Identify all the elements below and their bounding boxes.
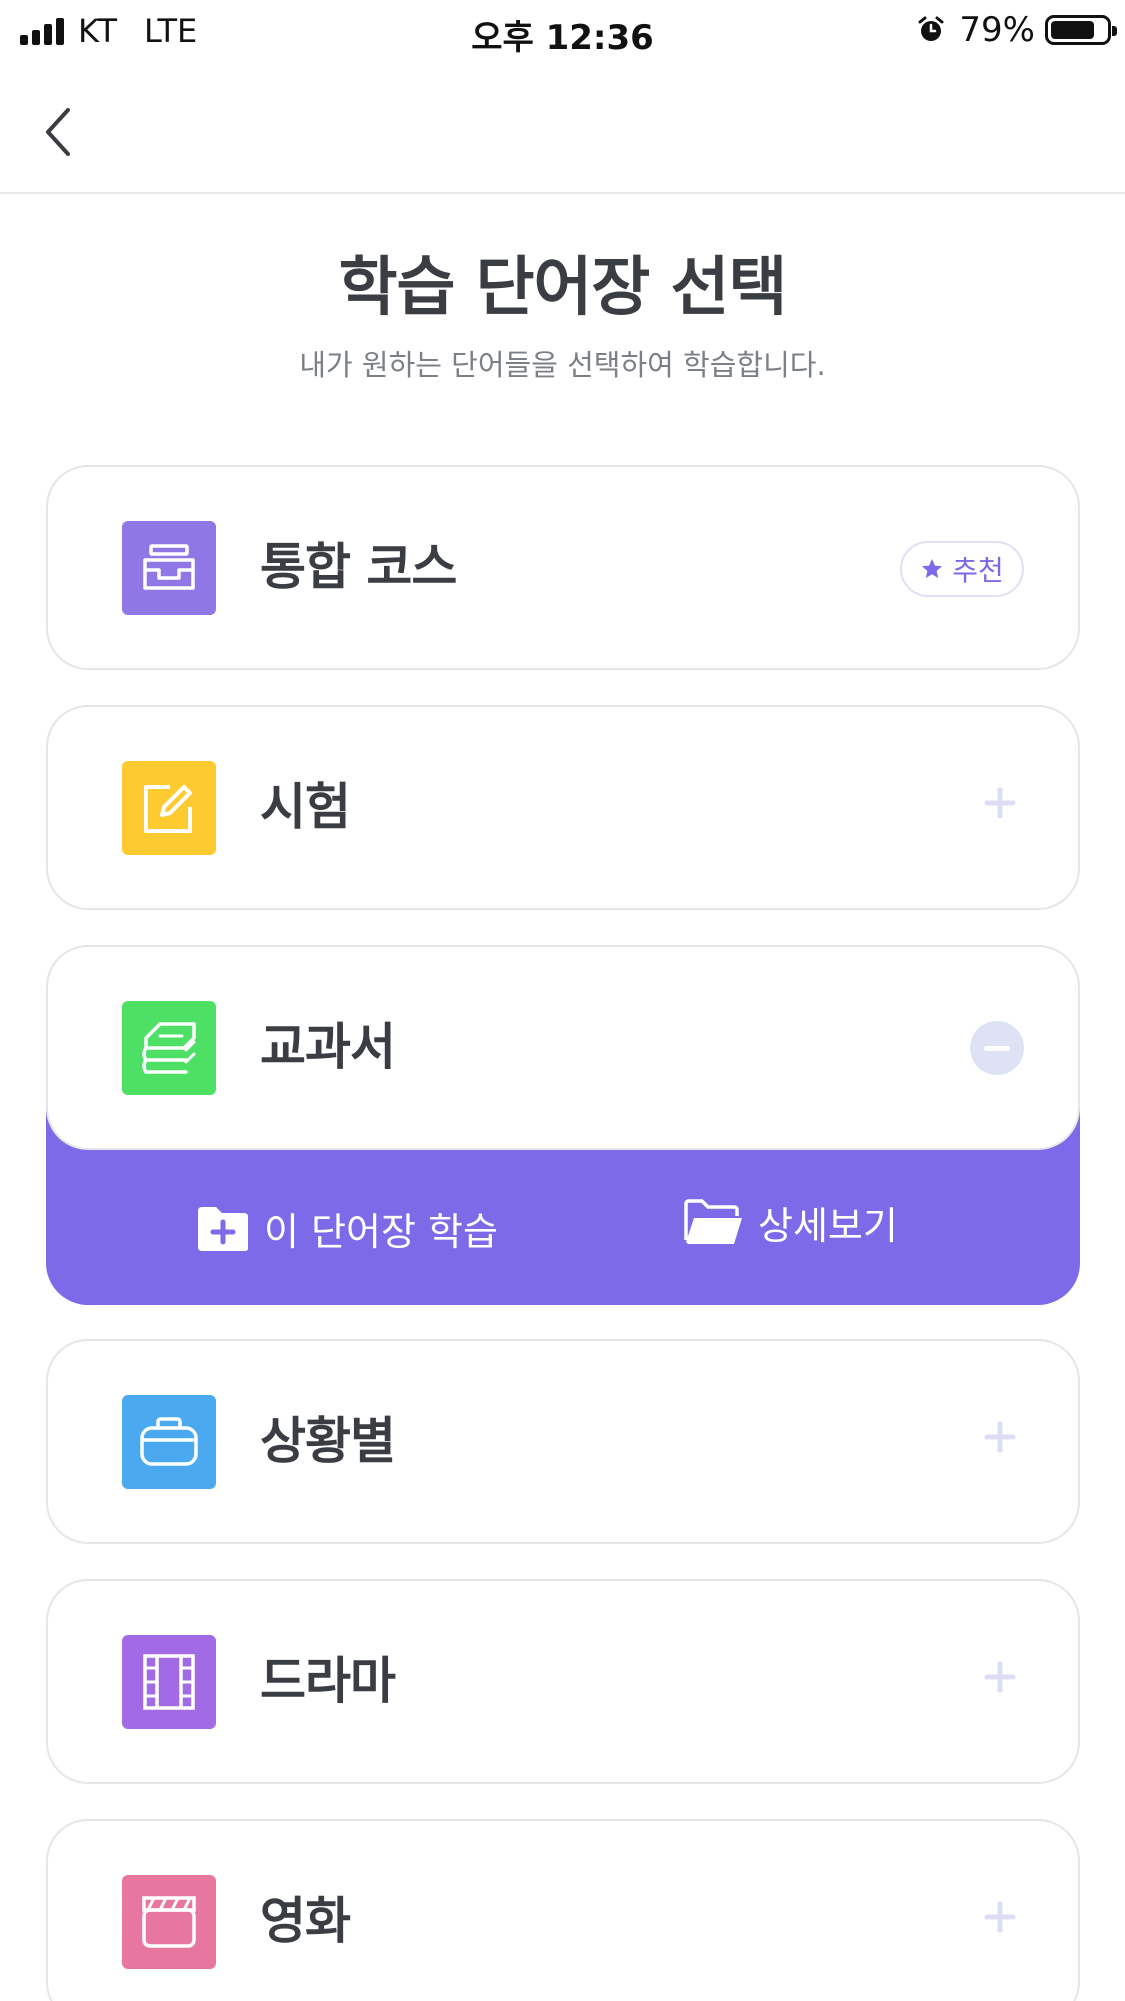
course-card-exam[interactable]: 시험	[46, 705, 1080, 910]
film-strip-icon	[122, 1635, 216, 1729]
status-bar: KT LTE 오후 12:36 79%	[0, 0, 1125, 62]
course-label: 시험	[260, 778, 351, 836]
inbox-tray-icon	[122, 521, 216, 615]
collapse-button[interactable]	[970, 1021, 1024, 1075]
folder-open-icon	[684, 1198, 742, 1244]
course-card-movie[interactable]: 영화	[46, 1819, 1080, 2001]
chevron-left-icon[interactable]	[36, 102, 86, 162]
study-this-wordbook-button[interactable]: 이 단어장 학습	[196, 1201, 498, 1256]
course-label: 영화	[260, 1892, 351, 1950]
course-card-drama[interactable]: 드라마	[46, 1579, 1080, 1784]
view-details-button[interactable]: 상세보기	[682, 1195, 898, 1250]
course-label: 교과서	[260, 1018, 396, 1076]
course-card-integrated[interactable]: 통합 코스 추천	[46, 465, 1080, 670]
course-label: 통합 코스	[260, 538, 457, 596]
plus-icon[interactable]	[984, 787, 1016, 819]
page-subtitle: 내가 원하는 단어들을 선택하여 학습합니다.	[299, 348, 826, 382]
edit-note-icon	[122, 761, 216, 855]
alarm-clock-icon	[918, 16, 944, 41]
minus-icon	[984, 1045, 1010, 1051]
course-label: 드라마	[260, 1652, 396, 1710]
plus-icon[interactable]	[984, 1901, 1016, 1933]
plus-icon[interactable]	[984, 1661, 1016, 1693]
star-icon	[922, 559, 943, 578]
navigation-bar	[0, 62, 1125, 194]
briefcase-icon	[122, 1395, 216, 1489]
badge-label: 추천	[952, 554, 1004, 587]
study-label: 이 단어장 학습	[264, 1210, 498, 1254]
course-card-situation[interactable]: 상황별	[46, 1339, 1080, 1544]
battery-icon	[1045, 15, 1117, 45]
book-stack-icon	[122, 1001, 216, 1095]
details-label: 상세보기	[758, 1204, 898, 1248]
status-right: 79%	[917, 10, 1117, 50]
course-card-textbook[interactable]: 교과서	[46, 945, 1080, 1150]
clapperboard-icon	[122, 1875, 216, 1969]
recommended-badge: 추천	[900, 541, 1024, 597]
battery-percent: 79%	[959, 10, 1035, 50]
plus-icon[interactable]	[984, 1421, 1016, 1453]
course-label: 상황별	[260, 1412, 396, 1470]
folder-plus-icon	[198, 1206, 248, 1251]
page-title: 학습 단어장 선택	[338, 251, 788, 325]
